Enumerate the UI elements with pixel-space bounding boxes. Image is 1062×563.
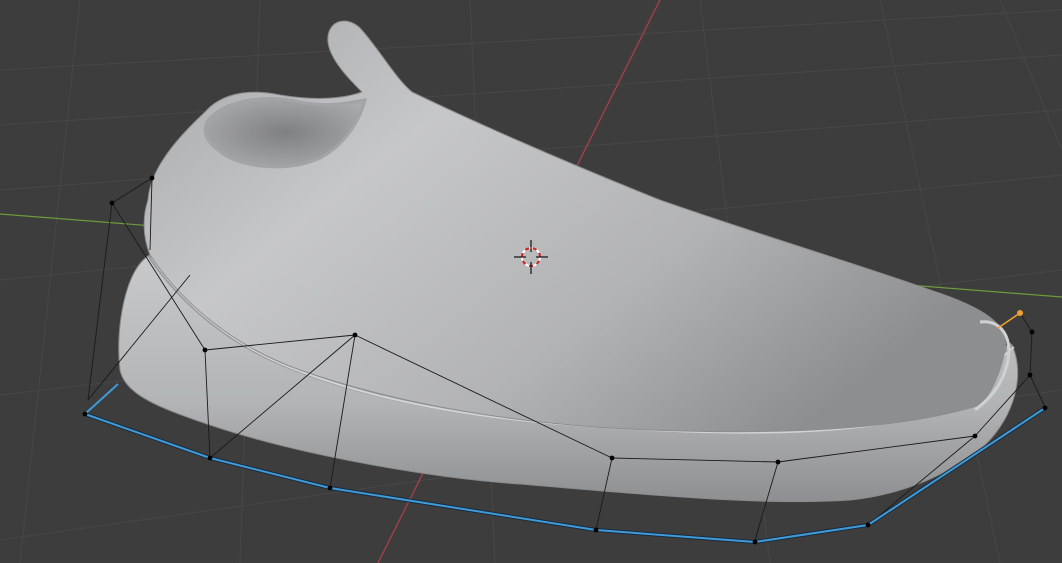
vertex[interactable] — [775, 459, 781, 465]
vertex[interactable] — [82, 411, 88, 417]
vertex[interactable] — [1042, 405, 1048, 411]
vertex[interactable] — [109, 200, 115, 206]
3d-viewport[interactable] — [0, 0, 1062, 563]
vertex[interactable] — [1029, 329, 1035, 335]
vertex[interactable] — [327, 485, 333, 491]
vertex[interactable] — [865, 522, 871, 528]
active-edge — [997, 312, 1021, 329]
vertex[interactable] — [207, 455, 213, 461]
vertex[interactable] — [593, 527, 599, 533]
vertex[interactable] — [609, 455, 615, 461]
shoe-mesh[interactable] — [118, 20, 1019, 503]
vertex[interactable] — [149, 175, 155, 181]
vertex[interactable] — [352, 332, 358, 338]
vertex[interactable] — [972, 433, 978, 439]
selected-edge-rear — [84, 383, 119, 415]
viewport-canvas[interactable] — [0, 0, 1062, 563]
vertex[interactable] — [1027, 372, 1033, 378]
vertex[interactable] — [752, 539, 758, 545]
active-vertex[interactable] — [1017, 310, 1023, 316]
vertex[interactable] — [202, 347, 208, 353]
